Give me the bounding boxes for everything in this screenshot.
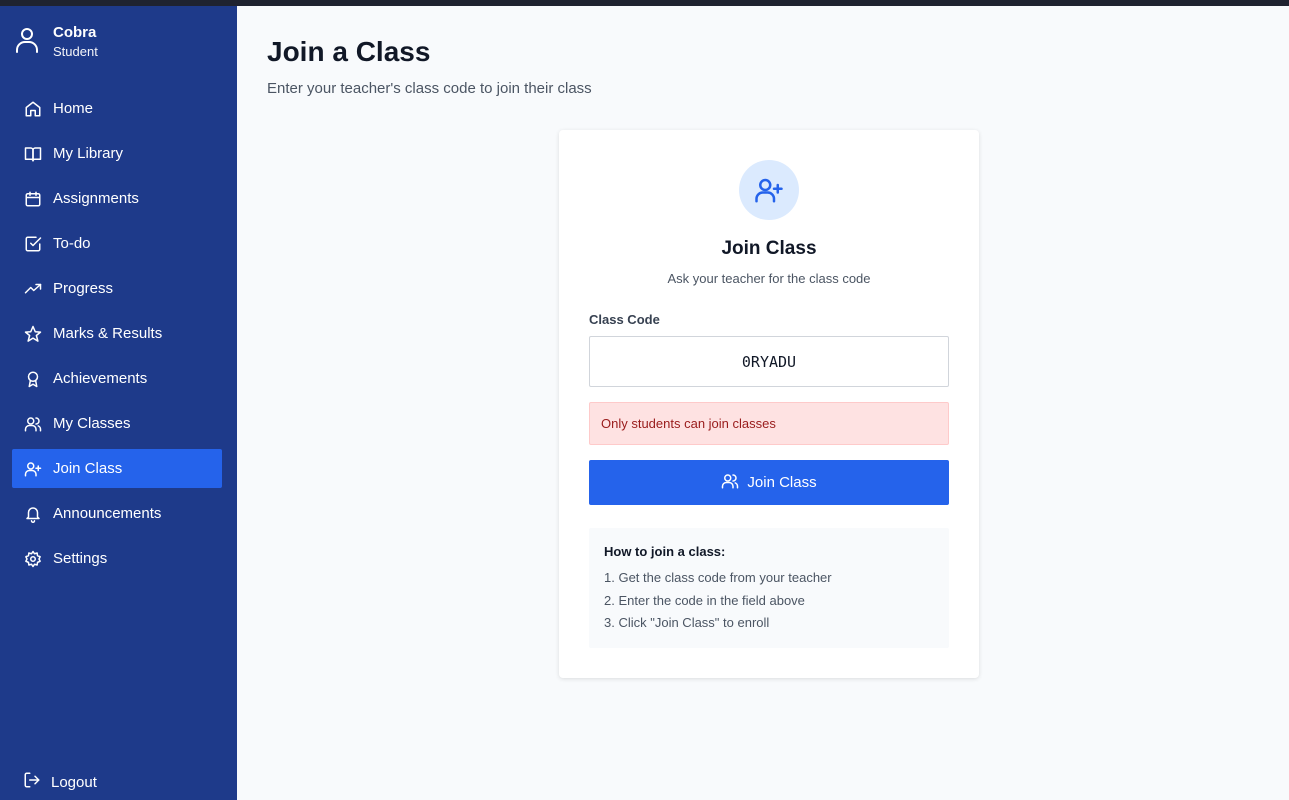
how-to-title: How to join a class: [604, 544, 726, 559]
home-icon [23, 99, 43, 119]
sidebar-item-label: Join Class [53, 460, 123, 477]
sidebar-item-label: My Library [53, 145, 124, 162]
sidebar-item-label: Assignments [53, 190, 139, 207]
award-icon [23, 369, 43, 389]
sidebar-item-label: Home [53, 100, 94, 117]
sidebar-item-my-library[interactable]: My Library [12, 134, 222, 173]
user-plus-icon [739, 160, 799, 220]
join-class-button[interactable]: Join Class [589, 460, 949, 505]
sidebar-item-label: Progress [53, 280, 114, 297]
sidebar-item-label: Announcements [53, 505, 162, 522]
users-icon [23, 414, 43, 434]
sidebar-item-label: Settings [53, 550, 108, 567]
card-subtitle: Ask your teacher for the class code [667, 271, 871, 286]
check-square-icon [23, 234, 43, 254]
book-open-icon [23, 144, 43, 164]
page-title: Join a Class [267, 36, 431, 67]
calendar-icon [23, 189, 43, 209]
user-icon [14, 24, 40, 56]
sidebar: Cobra Student Home My Library Assignment… [0, 6, 237, 800]
gear-icon [23, 549, 43, 569]
users-icon [721, 472, 739, 494]
how-to-step: 3. Click "Join Class" to enroll [604, 615, 770, 630]
sidebar-item-marks-results[interactable]: Marks & Results [12, 314, 222, 353]
how-to-step: 2. Enter the code in the field above [604, 592, 805, 608]
how-to-join-box: How to join a class: 1. Get the class co… [589, 528, 949, 648]
main-content: Join a Class Enter your teacher's class … [237, 6, 1289, 800]
sidebar-item-progress[interactable]: Progress [12, 269, 222, 308]
star-icon [23, 324, 43, 344]
sidebar-nav: Home My Library Assignments To-do Progre… [12, 89, 222, 584]
sidebar-item-home[interactable]: Home [12, 89, 222, 128]
bell-icon [23, 504, 43, 524]
logout-button[interactable]: Logout [23, 771, 97, 794]
sidebar-item-announcements[interactable]: Announcements [12, 494, 222, 533]
how-to-step: 1. Get the class code from your teacher [604, 570, 832, 585]
user-name: Cobra [53, 24, 97, 41]
sidebar-item-achievements[interactable]: Achievements [12, 359, 222, 398]
error-message: Only students can join classes [589, 402, 949, 445]
log-out-icon [23, 771, 41, 794]
user-profile: Cobra Student [14, 24, 98, 62]
sidebar-item-settings[interactable]: Settings [12, 539, 222, 578]
sidebar-item-join-class[interactable]: Join Class [12, 449, 222, 488]
sidebar-item-label: Achievements [53, 370, 148, 387]
user-role: Student [53, 44, 98, 59]
logout-label: Logout [51, 774, 97, 791]
sidebar-item-my-classes[interactable]: My Classes [12, 404, 222, 443]
trending-up-icon [23, 279, 43, 299]
sidebar-item-to-do[interactable]: To-do [12, 224, 222, 263]
sidebar-item-label: Marks & Results [53, 325, 163, 342]
join-class-card: Join Class Ask your teacher for the clas… [559, 130, 979, 678]
sidebar-item-label: To-do [53, 235, 91, 252]
class-code-input[interactable] [589, 336, 949, 387]
class-code-label: Class Code [589, 312, 660, 327]
join-class-button-label: Join Class [747, 474, 817, 491]
sidebar-item-assignments[interactable]: Assignments [12, 179, 222, 218]
page-subtitle: Enter your teacher's class code to join … [267, 80, 592, 97]
sidebar-item-label: My Classes [53, 415, 131, 432]
user-plus-icon [23, 459, 43, 479]
card-title: Join Class [721, 238, 817, 259]
